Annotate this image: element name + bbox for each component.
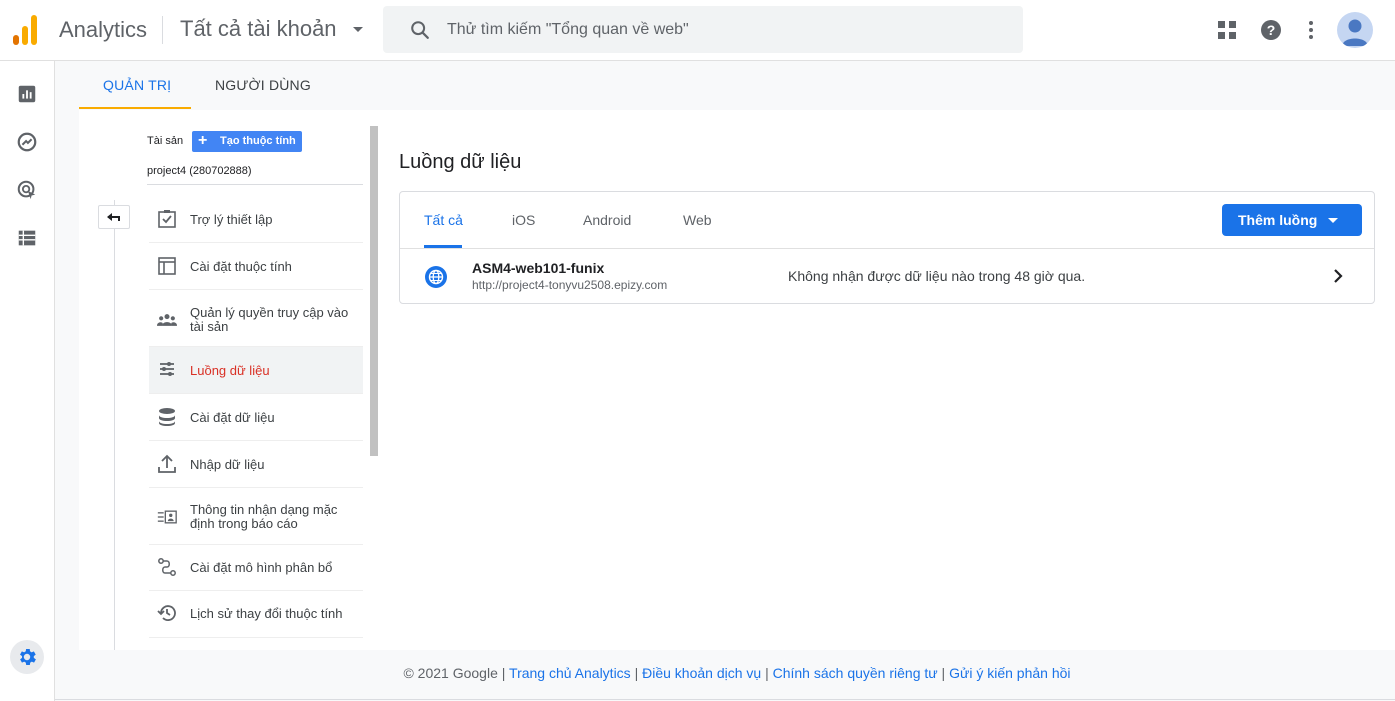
footer-link-privacy[interactable]: Chính sách quyền riêng tư <box>773 665 938 681</box>
advertising-icon[interactable] <box>16 179 38 201</box>
menu-item-label: Luồng dữ liệu <box>190 363 270 378</box>
chevron-right-icon[interactable] <box>1330 267 1346 285</box>
menu-item-label: Thông tin nhận dạng mặc định trong báo c… <box>190 502 338 531</box>
page-title: Luồng dữ liệu <box>399 151 522 173</box>
menu-item-label: Nhập dữ liệu <box>190 457 265 472</box>
menu-item-change-history[interactable]: Lịch sử thay đổi thuộc tính <box>149 591 363 638</box>
menu-item-attribution-settings[interactable]: Cài đặt mô hình phân bổ <box>149 545 363 591</box>
checkbox-icon <box>158 210 176 228</box>
property-selector[interactable]: project4 (280702888) <box>147 165 252 177</box>
footer-separator: | <box>630 665 643 681</box>
menu-item-data-import[interactable]: Nhập dữ liệu <box>149 441 363 488</box>
left-nav-rail <box>0 61 55 701</box>
stream-name: ASM4-web101-funix <box>472 260 605 276</box>
create-property-button[interactable]: + Tạo thuộc tính <box>192 131 302 152</box>
globe-icon <box>425 266 447 288</box>
tab-android[interactable]: Android <box>583 212 631 228</box>
dropdown-arrow-icon <box>1328 218 1338 223</box>
account-avatar-icon <box>1342 19 1368 46</box>
footer-link-analytics-home[interactable]: Trang chủ Analytics <box>509 665 631 681</box>
property-settings-icon <box>158 257 176 275</box>
menu-item-reporting-identity[interactable]: Thông tin nhận dạng mặc định trong báo c… <box>149 488 363 545</box>
tab-web[interactable]: Web <box>683 212 712 228</box>
svg-text:?: ? <box>1267 22 1276 38</box>
property-label: Tài sản <box>147 135 184 147</box>
explore-icon[interactable] <box>16 131 38 153</box>
attribution-icon <box>158 558 176 576</box>
collapse-back-button[interactable] <box>98 205 130 229</box>
menu-item-label: Cài đặt thuộc tính <box>190 259 292 274</box>
search-input[interactable] <box>447 17 1007 43</box>
property-divider <box>147 184 363 185</box>
chevron-down-icon[interactable] <box>353 27 363 32</box>
menu-scrollbar[interactable] <box>370 126 378 456</box>
stream-url: http://project4-tonyvu2508.epizy.com <box>472 278 668 292</box>
app-name: Analytics <box>59 17 148 42</box>
upload-icon <box>158 454 176 473</box>
menu-item-label: Lịch sử thay đổi thuộc tính <box>190 606 343 621</box>
search-bar[interactable] <box>383 6 1023 53</box>
more-vert-icon[interactable] <box>1299 18 1323 42</box>
history-icon <box>157 605 176 621</box>
tab-ios[interactable]: iOS <box>512 212 535 228</box>
menu-item-label: Cài đặt dữ liệu <box>190 410 275 425</box>
tab-all[interactable]: Tất cả <box>424 212 463 228</box>
footer-link-feedback[interactable]: Gửi ý kiến phản hồi <box>949 665 1070 681</box>
tab-active-indicator <box>79 107 191 109</box>
menu-item-setup-assistant[interactable]: Trợ lý thiết lập <box>149 196 363 243</box>
search-icon <box>411 21 429 39</box>
create-property-label: Tạo thuộc tính <box>220 135 296 147</box>
stream-status: Không nhận được dữ liệu nào trong 48 giờ… <box>788 268 1086 284</box>
data-streams-card: Tất cả iOS Android Web Thêm luồng ASM4-w… <box>399 191 1375 304</box>
account-selector[interactable]: Tất cả tài khoản <box>180 16 337 42</box>
menu-item-label: Quản lý quyền truy cập vào tài sản <box>190 305 349 334</box>
apps-grid-icon[interactable] <box>1215 18 1239 42</box>
help-icon[interactable]: ? <box>1259 18 1283 42</box>
column-track-line <box>114 200 115 650</box>
menu-item-property-settings[interactable]: Cài đặt thuộc tính <box>149 243 363 290</box>
tab-user[interactable]: NGƯỜI DÙNG <box>215 77 311 93</box>
analytics-logo-icon[interactable] <box>13 15 41 45</box>
add-stream-label: Thêm luồng <box>1238 212 1318 228</box>
header-divider <box>162 16 163 44</box>
footer-separator: | <box>497 665 510 681</box>
configure-icon[interactable] <box>16 227 38 249</box>
tab-admin[interactable]: QUẢN TRỊ <box>103 77 171 93</box>
identity-icon <box>157 510 177 524</box>
bottom-divider <box>55 699 1395 700</box>
menu-item-data-streams[interactable]: Luồng dữ liệu <box>149 347 363 394</box>
data-streams-icon <box>160 362 174 376</box>
copyright-text: © 2021 Google <box>403 665 498 681</box>
database-icon <box>159 408 175 426</box>
menu-item-label: Trợ lý thiết lập <box>190 212 273 227</box>
menu-item-access-management[interactable]: Quản lý quyền truy cập vào tài sản <box>149 290 363 347</box>
menu-item-label: Cài đặt mô hình phân bổ <box>190 560 333 575</box>
avatar[interactable] <box>1337 12 1373 48</box>
footer-separator: | <box>937 665 950 681</box>
footer-separator: | <box>761 665 773 681</box>
add-stream-button[interactable]: Thêm luồng <box>1222 204 1362 236</box>
people-icon <box>157 314 177 326</box>
table-row[interactable]: ASM4-web101-funix http://project4-tonyvu… <box>400 249 1374 304</box>
footer-link-terms[interactable]: Điều khoản dịch vụ <box>642 665 761 681</box>
menu-item-data-settings[interactable]: Cài đặt dữ liệu <box>149 394 363 441</box>
plus-icon: + <box>198 132 208 149</box>
footer: © 2021 Google | Trang chủ Analytics | Đi… <box>0 665 1395 681</box>
reports-icon[interactable] <box>16 83 38 105</box>
back-arrow-icon <box>107 213 120 221</box>
top-app-bar: Analytics Tất cả tài khoản ? <box>0 0 1395 61</box>
